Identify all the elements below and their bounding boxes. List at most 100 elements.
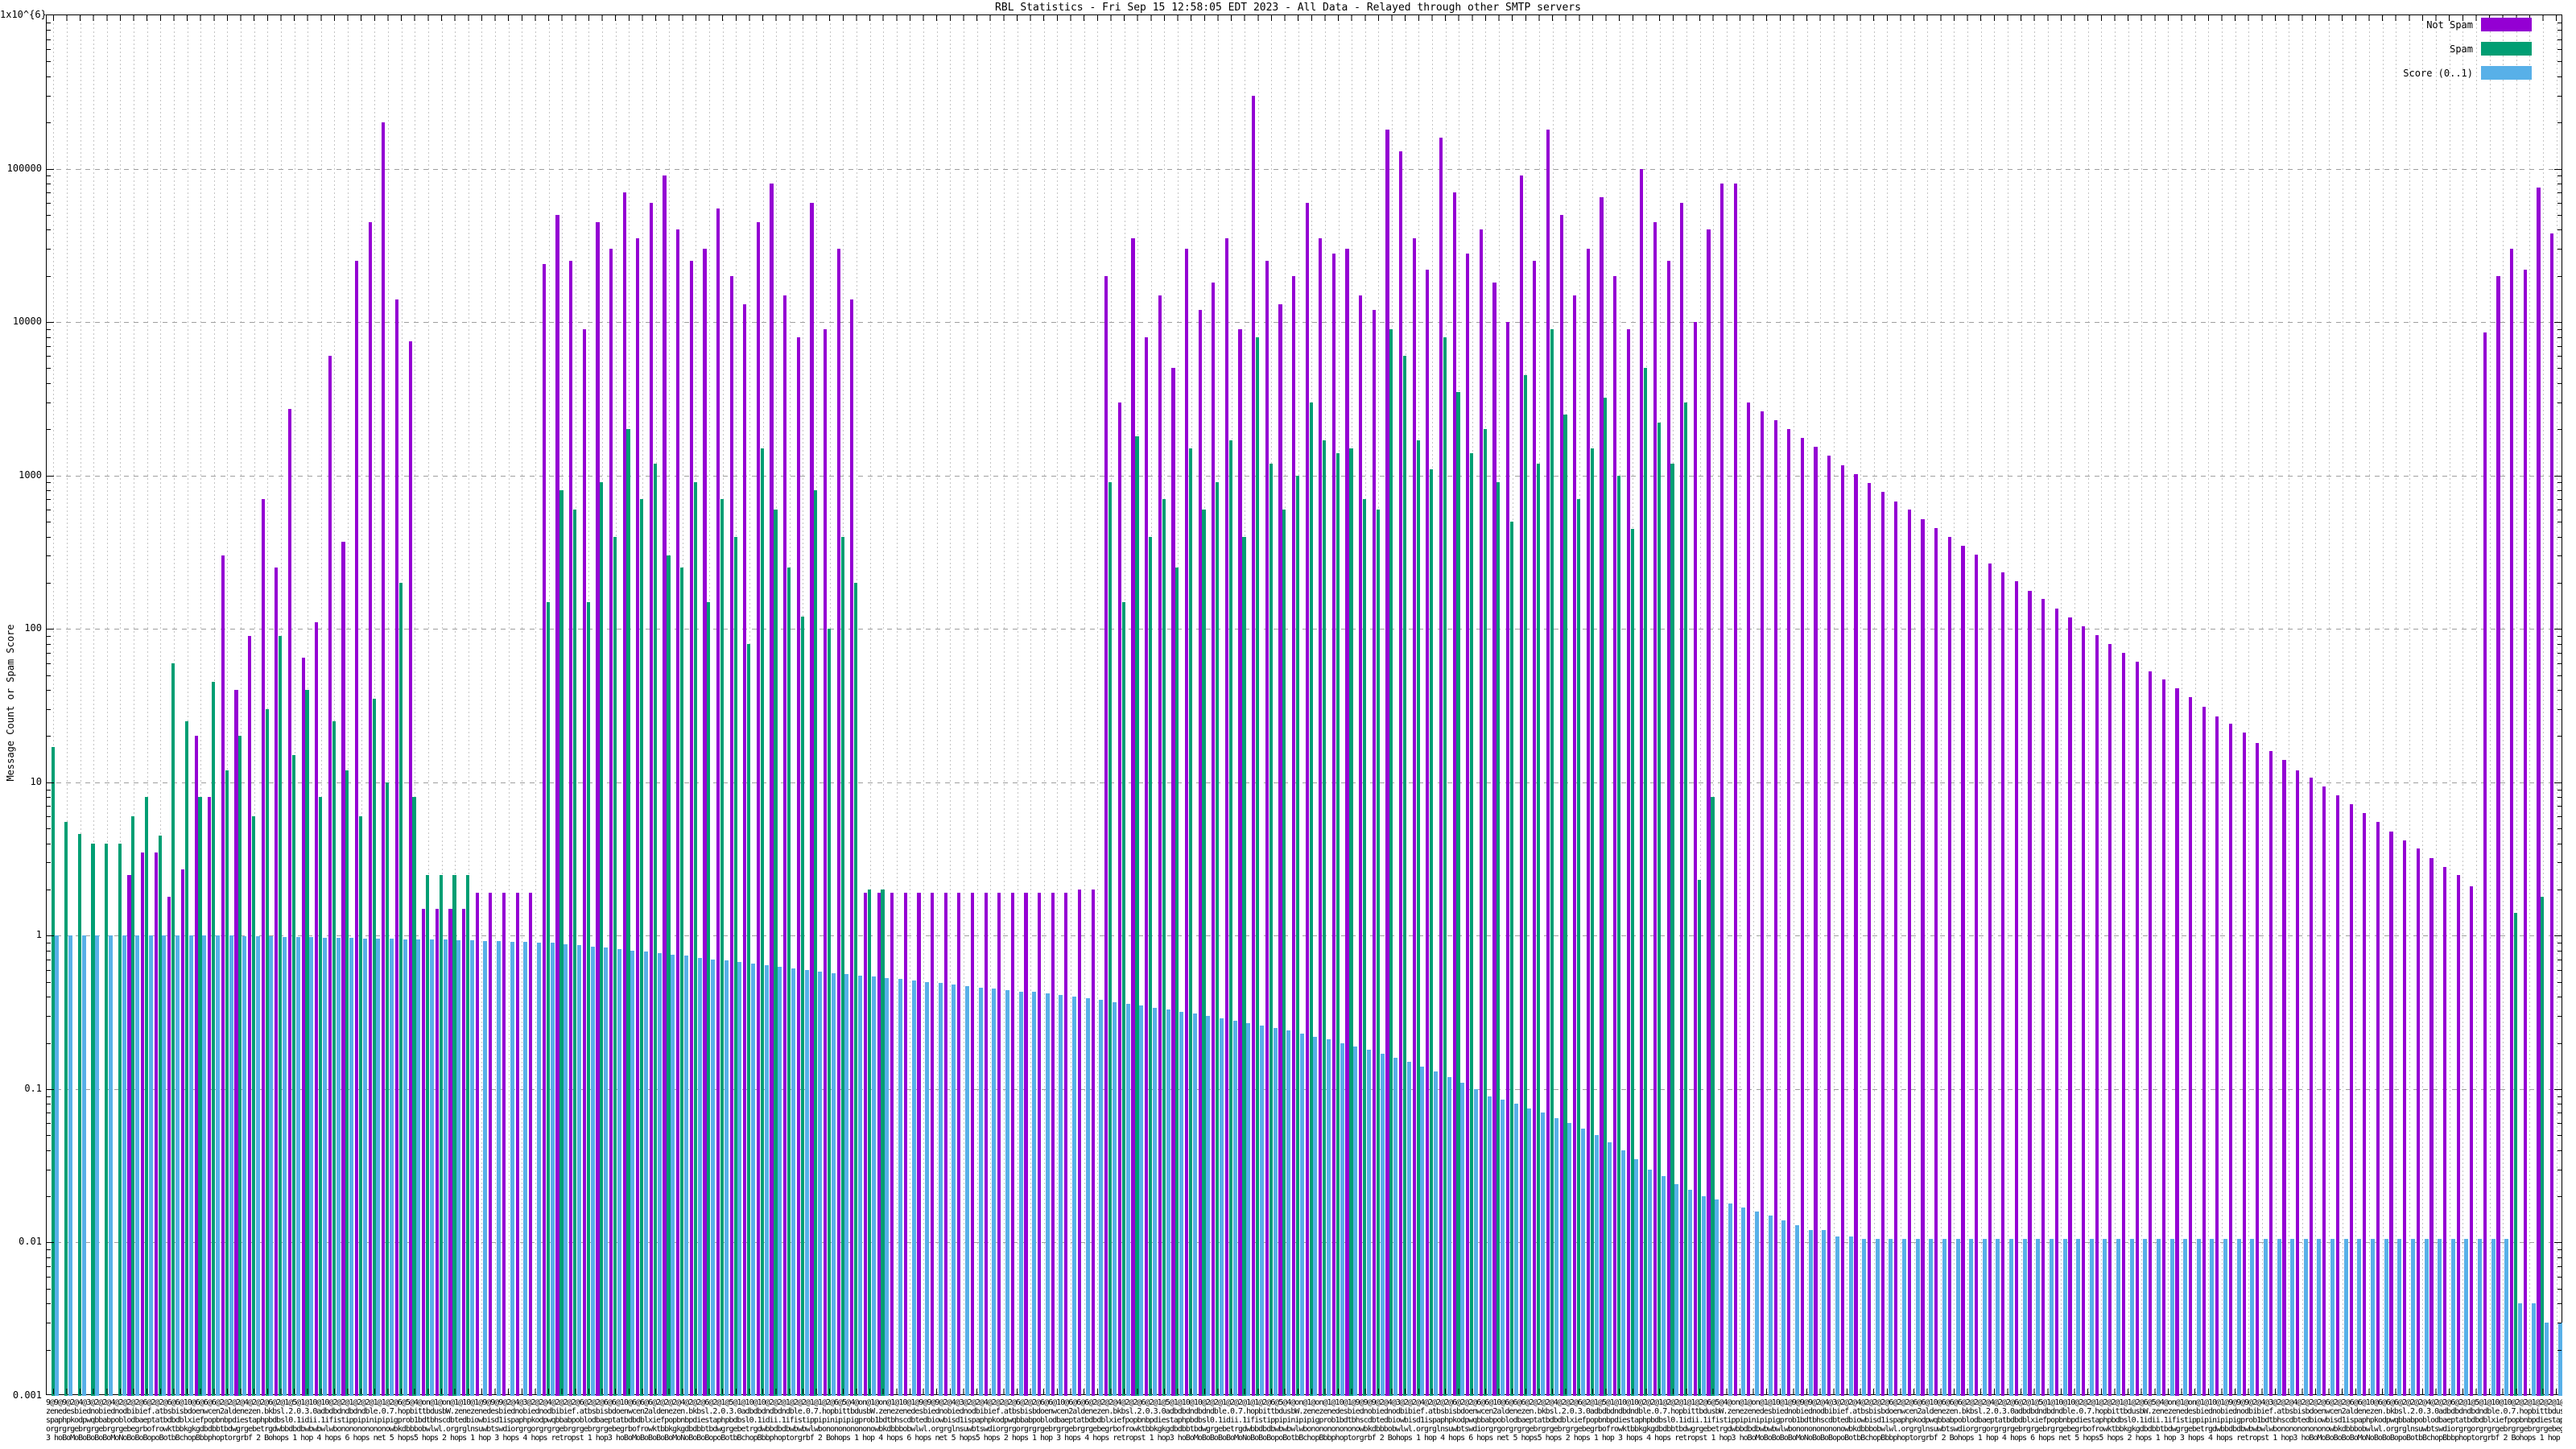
bar-score-0-1- bbox=[697, 957, 702, 1396]
x-gridline bbox=[1043, 15, 1045, 1394]
bar-score-0-1- bbox=[911, 980, 916, 1396]
bar-score-0-1- bbox=[844, 974, 849, 1396]
bar-spam bbox=[1416, 440, 1420, 1396]
bar-spam bbox=[225, 770, 229, 1396]
bar-spam bbox=[1670, 463, 1674, 1396]
y-minor-tick-left bbox=[47, 806, 51, 807]
bar-not-spam bbox=[1345, 249, 1349, 1396]
bar-not-spam bbox=[435, 908, 439, 1396]
y-minor-tick-left bbox=[47, 249, 51, 250]
bar-spam bbox=[2513, 913, 2518, 1396]
y-minor-tick-left bbox=[47, 635, 51, 637]
bar-not-spam bbox=[2082, 625, 2086, 1396]
bar-score-0-1- bbox=[1687, 1190, 1692, 1396]
bar-score-0-1- bbox=[1447, 1076, 1451, 1396]
y-minor-tick-right bbox=[2557, 1196, 2562, 1198]
y-minor-tick-right bbox=[2557, 30, 2562, 31]
bar-spam bbox=[319, 797, 323, 1396]
bar-score-0-1- bbox=[778, 966, 782, 1396]
bar-score-0-1- bbox=[402, 939, 407, 1396]
bar-spam bbox=[680, 568, 684, 1396]
bar-not-spam bbox=[1426, 269, 1430, 1396]
x-tick-label-row: 9@9@9@2@4@3@2@2@4@2@2@2@6@2@2@6@6@10@6@6… bbox=[46, 1398, 2562, 1407]
bar-not-spam bbox=[1171, 368, 1175, 1396]
bar-not-spam bbox=[315, 622, 319, 1396]
bar-spam bbox=[1148, 536, 1153, 1396]
bar-spam bbox=[840, 536, 844, 1396]
y-minor-tick-left bbox=[47, 675, 51, 676]
bar-spam bbox=[238, 736, 242, 1396]
bar-not-spam bbox=[2296, 770, 2300, 1396]
bar-score-0-1- bbox=[1299, 1033, 1304, 1396]
bar-score-0-1- bbox=[630, 950, 635, 1396]
bar-score-0-1- bbox=[2022, 1239, 2027, 1396]
bar-spam bbox=[1523, 375, 1527, 1396]
bar-score-0-1- bbox=[175, 935, 180, 1396]
y-major-tick-right bbox=[2554, 1242, 2562, 1244]
bar-score-0-1- bbox=[2169, 1239, 2174, 1396]
y-major-tick-left bbox=[47, 629, 54, 630]
bar-score-0-1- bbox=[2196, 1239, 2201, 1396]
y-minor-tick-left bbox=[47, 214, 51, 216]
bar-score-0-1- bbox=[1487, 1096, 1492, 1396]
y-minor-tick-right bbox=[2557, 950, 2562, 952]
bar-score-0-1- bbox=[1580, 1129, 1585, 1396]
bar-spam bbox=[1537, 463, 1541, 1396]
bar-score-0-1- bbox=[898, 979, 902, 1396]
x-gridline bbox=[2168, 15, 2169, 1394]
bar-score-0-1- bbox=[590, 946, 595, 1396]
bar-score-0-1- bbox=[564, 943, 568, 1396]
bar-not-spam bbox=[208, 797, 212, 1396]
bar-spam bbox=[814, 490, 818, 1396]
bar-score-0-1- bbox=[2089, 1239, 2094, 1396]
bar-score-0-1- bbox=[2303, 1239, 2308, 1396]
bar-score-0-1- bbox=[1768, 1215, 1773, 1396]
x-gridline bbox=[1084, 15, 1085, 1394]
bar-not-spam bbox=[1947, 536, 1951, 1396]
y-minor-tick-right bbox=[2557, 1349, 2562, 1351]
bar-spam bbox=[1644, 368, 1648, 1396]
bar-not-spam bbox=[1506, 322, 1510, 1396]
bar-not-spam bbox=[382, 122, 386, 1396]
bar-spam bbox=[1363, 499, 1367, 1396]
bar-score-0-1- bbox=[2263, 1239, 2268, 1396]
bar-not-spam bbox=[783, 295, 787, 1396]
y-minor-tick-right bbox=[2557, 382, 2562, 384]
y-minor-tick-left bbox=[47, 969, 51, 971]
y-minor-tick-left bbox=[47, 30, 51, 31]
x-gridline bbox=[2101, 15, 2103, 1394]
y-minor-tick-left bbox=[47, 122, 51, 124]
bar-not-spam bbox=[502, 893, 506, 1396]
y-minor-tick-right bbox=[2557, 61, 2562, 63]
bar-not-spam bbox=[2054, 608, 2058, 1396]
x-tick-label-row: spaphpkodpwqbbabpoblodbaeptatbdbdblxiefp… bbox=[46, 1416, 2562, 1425]
bar-spam bbox=[586, 601, 590, 1396]
bar-score-0-1- bbox=[604, 947, 609, 1396]
bar-spam bbox=[1657, 423, 1661, 1396]
bar-score-0-1- bbox=[523, 942, 528, 1396]
y-gridline bbox=[47, 168, 2562, 170]
y-minor-tick-right bbox=[2557, 582, 2562, 584]
bar-score-0-1- bbox=[657, 952, 662, 1396]
y-minor-tick-left bbox=[47, 1123, 51, 1125]
bar-score-0-1- bbox=[1781, 1220, 1786, 1396]
y-minor-tick-right bbox=[2557, 1288, 2562, 1290]
bar-not-spam bbox=[622, 192, 626, 1396]
x-gridline bbox=[2275, 15, 2277, 1394]
bar-score-0-1- bbox=[617, 948, 621, 1396]
bar-spam bbox=[1389, 328, 1393, 1396]
y-minor-tick-right bbox=[2557, 402, 2562, 403]
x-gridline bbox=[481, 15, 483, 1394]
y-minor-tick-right bbox=[2557, 1015, 2562, 1017]
bar-not-spam bbox=[1439, 137, 1443, 1396]
bar-not-spam bbox=[2068, 617, 2072, 1396]
bar-not-spam bbox=[221, 555, 225, 1396]
bar-not-spam bbox=[850, 299, 854, 1396]
x-gridline bbox=[990, 15, 992, 1394]
y-minor-tick-right bbox=[2557, 328, 2562, 330]
y-minor-tick-left bbox=[47, 490, 51, 492]
bar-not-spam bbox=[2523, 269, 2527, 1396]
bar-score-0-1- bbox=[2517, 1303, 2522, 1396]
bar-not-spam bbox=[1452, 192, 1456, 1396]
y-minor-tick-right bbox=[2557, 690, 2562, 691]
